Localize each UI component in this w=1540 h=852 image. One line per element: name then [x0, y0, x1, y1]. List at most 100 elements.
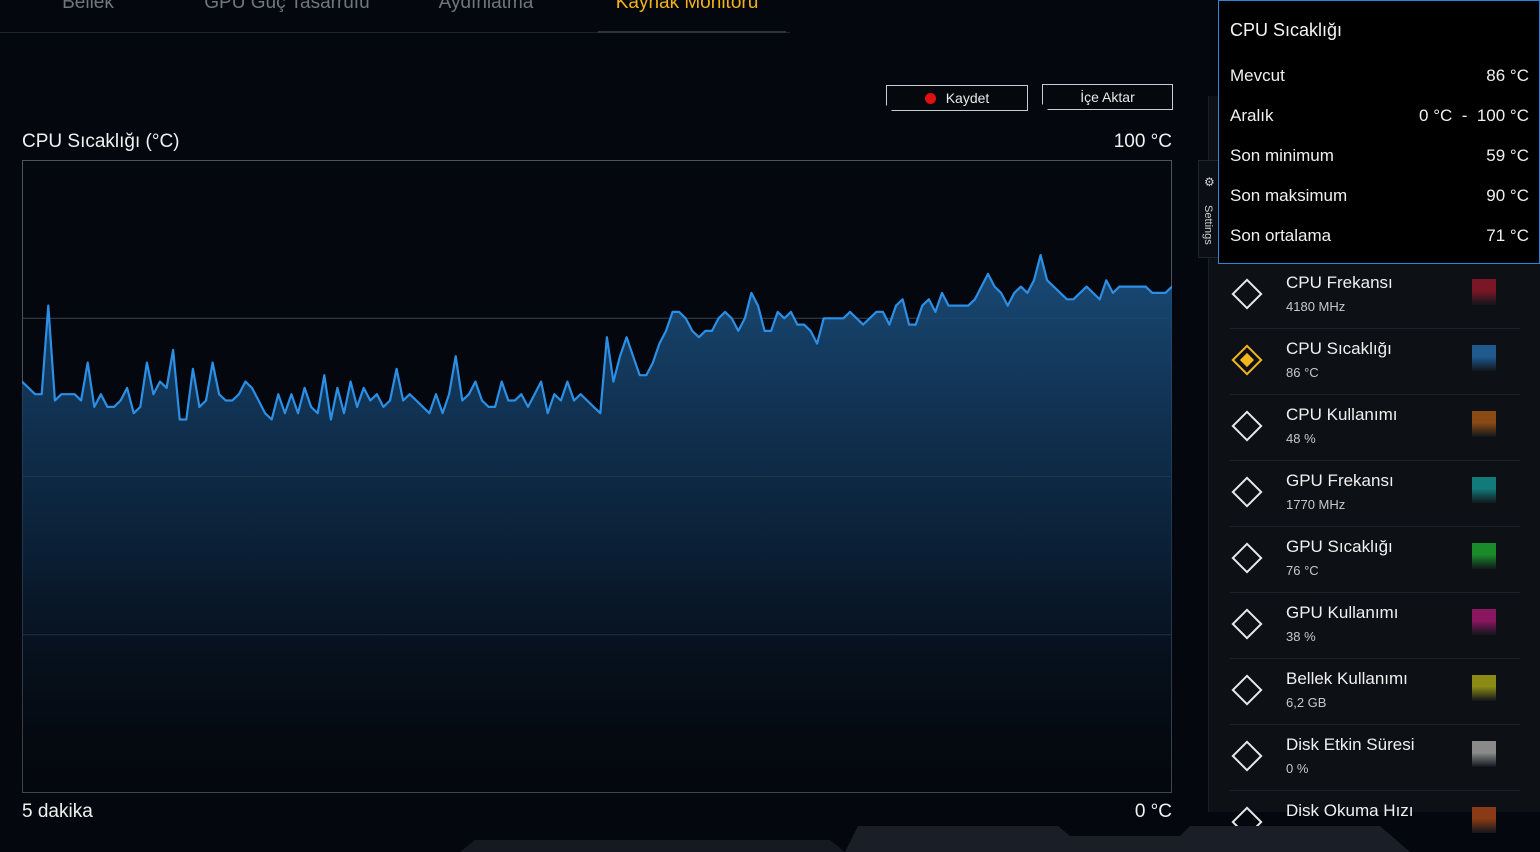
- import-label: İçe Aktar: [1080, 89, 1135, 105]
- tooltip-key: Mevcut: [1230, 66, 1285, 85]
- diamond-icon[interactable]: [1231, 740, 1263, 772]
- data-point: [671, 311, 674, 313]
- data-point: [47, 304, 50, 307]
- data-point: [231, 399, 234, 402]
- data-point: [691, 330, 694, 332]
- data-point: [205, 399, 207, 402]
- sensor-value: 86 °C: [1286, 365, 1319, 380]
- data-point: [974, 298, 976, 301]
- data-point: [238, 393, 240, 395]
- record-button[interactable]: Kaydet: [886, 85, 1028, 111]
- data-point: [1033, 279, 1035, 282]
- data-point: [34, 393, 36, 395]
- diamond-icon[interactable]: [1231, 476, 1263, 508]
- sensor-item[interactable]: GPU Frekansı 1770 MHz: [1230, 460, 1520, 527]
- sensor-color-swatch[interactable]: [1472, 477, 1496, 503]
- data-point: [389, 399, 391, 402]
- tooltip-title: CPU Sıcaklığı: [1230, 20, 1343, 40]
- data-point: [1046, 279, 1048, 282]
- data-point: [868, 317, 871, 320]
- data-point: [382, 406, 385, 408]
- data-point: [606, 336, 608, 338]
- tooltip-key: Son minimum: [1230, 146, 1334, 165]
- sensor-color-swatch[interactable]: [1472, 675, 1496, 701]
- sensor-item[interactable]: GPU Kullanımı 38 %: [1230, 592, 1520, 659]
- sensor-item[interactable]: CPU Kullanımı 48 %: [1230, 394, 1520, 461]
- data-point: [198, 406, 201, 408]
- data-point: [487, 406, 490, 408]
- data-point: [257, 399, 260, 402]
- data-point: [435, 393, 437, 395]
- data-point: [1085, 285, 1088, 288]
- data-point: [290, 393, 293, 395]
- diamond-icon[interactable]: [1231, 608, 1263, 640]
- data-point: [790, 311, 792, 313]
- data-point: [928, 298, 930, 301]
- data-point: [1000, 292, 1002, 294]
- tooltip-row-current: Mevcut 86 °C: [1230, 66, 1529, 88]
- sensor-color-swatch[interactable]: [1472, 345, 1496, 371]
- sensor-color-swatch[interactable]: [1472, 741, 1496, 767]
- data-point: [284, 412, 286, 414]
- data-point: [638, 374, 641, 376]
- sensor-item[interactable]: CPU Frekansı 4180 MHz: [1230, 262, 1520, 329]
- data-point: [106, 406, 109, 408]
- data-point: [652, 361, 654, 364]
- data-point: [369, 399, 372, 402]
- sensor-item[interactable]: CPU Sıcaklığı 86 °C: [1230, 328, 1520, 395]
- data-point: [553, 393, 556, 395]
- tab-lighting[interactable]: Aydınlatma: [434, 0, 538, 28]
- sensor-color-swatch[interactable]: [1472, 543, 1496, 569]
- data-point: [80, 399, 82, 402]
- tab-gpu-power-saving[interactable]: GPU Güç Tasarrufu: [200, 0, 374, 28]
- sensor-item[interactable]: GPU Sıcaklığı 76 °C: [1230, 526, 1520, 593]
- diamond-icon[interactable]: [1231, 542, 1263, 574]
- tooltip-row-range: Aralık 0 °C - 100 °C: [1230, 106, 1529, 128]
- data-point: [967, 304, 970, 307]
- diamond-icon[interactable]: [1231, 410, 1263, 442]
- data-point: [1131, 285, 1134, 288]
- data-point: [822, 317, 825, 320]
- tooltip-row-max: Son maksimum 90 °C: [1230, 186, 1529, 208]
- sensor-name: Disk Etkin Süresi: [1286, 735, 1415, 754]
- sensor-color-swatch[interactable]: [1472, 279, 1496, 305]
- diamond-icon[interactable]: [1231, 674, 1263, 706]
- data-point: [297, 412, 299, 414]
- data-point: [178, 418, 181, 421]
- tooltip-value: 0 °C - 100 °C: [1419, 106, 1529, 125]
- data-point: [395, 368, 398, 370]
- data-point: [402, 399, 404, 402]
- tab-underline: [598, 31, 786, 33]
- tooltip-value: 90 °C: [1486, 186, 1529, 205]
- data-point: [251, 387, 253, 389]
- tooltip-value: 86 °C: [1486, 66, 1529, 85]
- sensor-color-swatch[interactable]: [1472, 609, 1496, 635]
- data-point: [1079, 292, 1081, 294]
- data-point: [947, 304, 950, 307]
- data-point: [1092, 292, 1094, 294]
- data-point: [698, 336, 700, 338]
- sensor-value: 48 %: [1286, 431, 1316, 446]
- data-point: [855, 317, 858, 320]
- sensor-value: 4180 MHz: [1286, 299, 1346, 314]
- tab-resource-monitor[interactable]: Kaynak Monitörü: [608, 0, 766, 28]
- checked-diamond-icon[interactable]: [1231, 344, 1263, 376]
- data-point: [540, 380, 542, 383]
- area-fill: [22, 255, 1172, 793]
- sensor-item[interactable]: Bellek Kullanımı 6,2 GB: [1230, 658, 1520, 725]
- sensor-color-swatch[interactable]: [1472, 411, 1496, 437]
- data-point: [303, 387, 306, 389]
- sensor-item[interactable]: Disk Etkin Süresi 0 %: [1230, 724, 1520, 791]
- data-point: [126, 387, 128, 389]
- data-point: [579, 393, 582, 395]
- data-point: [1052, 285, 1055, 288]
- data-point: [323, 374, 326, 376]
- sensor-tooltip: CPU Sıcaklığı Mevcut 86 °C Aralık 0 °C -…: [1218, 0, 1540, 264]
- data-point: [592, 406, 595, 408]
- tab-bellek[interactable]: Bellek: [60, 0, 116, 28]
- settings-label: Settings: [1202, 205, 1214, 245]
- import-button[interactable]: İçe Aktar: [1042, 84, 1173, 110]
- data-point: [119, 399, 122, 402]
- data-point: [599, 412, 602, 414]
- diamond-icon[interactable]: [1231, 278, 1263, 310]
